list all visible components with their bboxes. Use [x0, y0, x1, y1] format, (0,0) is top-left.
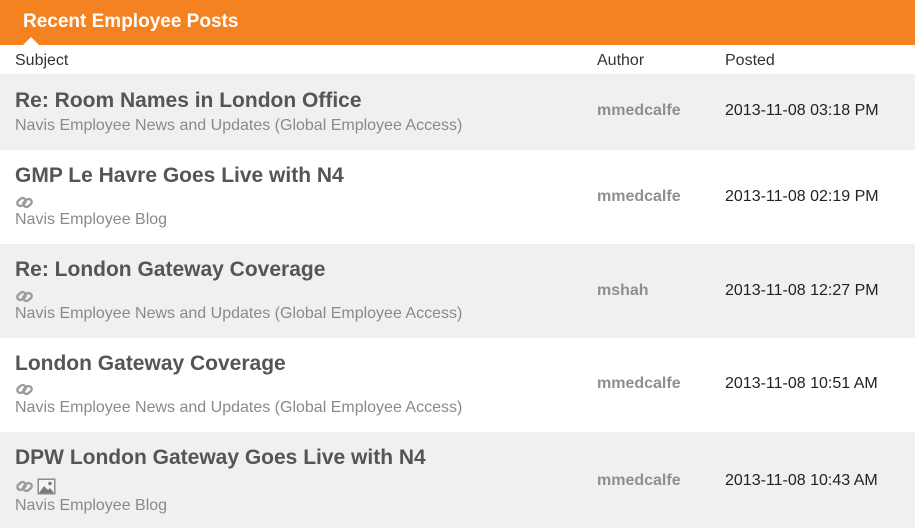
post-subject-link[interactable]: Re: Room Names in London Office: [15, 89, 362, 113]
post-attachment-icons: [15, 193, 34, 212]
post-attachment-icons: [15, 477, 56, 496]
post-author-link[interactable]: mshah: [597, 282, 649, 300]
post-author-link[interactable]: mmedcalfe: [597, 375, 681, 393]
post-author-link[interactable]: mmedcalfe: [597, 472, 681, 490]
post-board-link[interactable]: Navis Employee Blog: [15, 497, 167, 515]
post-subject-link[interactable]: DPW London Gateway Goes Live with N4: [15, 446, 426, 470]
post-board-link[interactable]: Navis Employee News and Updates (Global …: [15, 399, 462, 417]
post-subject-link[interactable]: Re: London Gateway Coverage: [15, 258, 325, 282]
post-attachment-icons: [15, 380, 34, 399]
post-timestamp: 2013-11-08 10:51 AM: [725, 375, 878, 392]
recent-employee-posts-widget: Recent Employee Posts Subject Author Pos…: [0, 0, 915, 528]
post-row[interactable]: Re: London Gateway Coverage Navis Employ…: [0, 244, 915, 338]
link-icon: [15, 193, 34, 212]
post-row[interactable]: London Gateway Coverage Navis Employee N…: [0, 338, 915, 432]
link-icon: [15, 380, 34, 399]
link-icon: [15, 477, 34, 496]
post-row[interactable]: GMP Le Havre Goes Live with N4 Navis Emp…: [0, 150, 915, 244]
image-icon: [37, 478, 56, 495]
post-board-link[interactable]: Navis Employee News and Updates (Global …: [15, 117, 462, 135]
column-header-subject: Subject: [15, 52, 69, 69]
post-row[interactable]: Re: Room Names in London Office Navis Em…: [0, 74, 915, 150]
post-board-link[interactable]: Navis Employee Blog: [15, 211, 167, 229]
column-header-author: Author: [597, 52, 645, 69]
post-author-link[interactable]: mmedcalfe: [597, 188, 681, 206]
post-board-link[interactable]: Navis Employee News and Updates (Global …: [15, 305, 462, 323]
post-attachment-icons: [15, 287, 34, 306]
widget-header: Recent Employee Posts: [0, 0, 915, 45]
column-header-posted: Posted: [725, 52, 775, 69]
post-timestamp: 2013-11-08 03:18 PM: [725, 102, 879, 119]
post-timestamp: 2013-11-08 10:43 AM: [725, 472, 878, 489]
post-subject-link[interactable]: London Gateway Coverage: [15, 352, 286, 376]
header-pointer: [23, 37, 39, 45]
widget-title: Recent Employee Posts: [23, 11, 239, 32]
post-timestamp: 2013-11-08 12:27 PM: [725, 282, 879, 299]
post-subject-link[interactable]: GMP Le Havre Goes Live with N4: [15, 164, 344, 188]
link-icon: [15, 287, 34, 306]
post-author-link[interactable]: mmedcalfe: [597, 102, 681, 120]
post-timestamp: 2013-11-08 02:19 PM: [725, 188, 879, 205]
post-row[interactable]: DPW London Gateway Goes Live with N4 Nav…: [0, 432, 915, 528]
